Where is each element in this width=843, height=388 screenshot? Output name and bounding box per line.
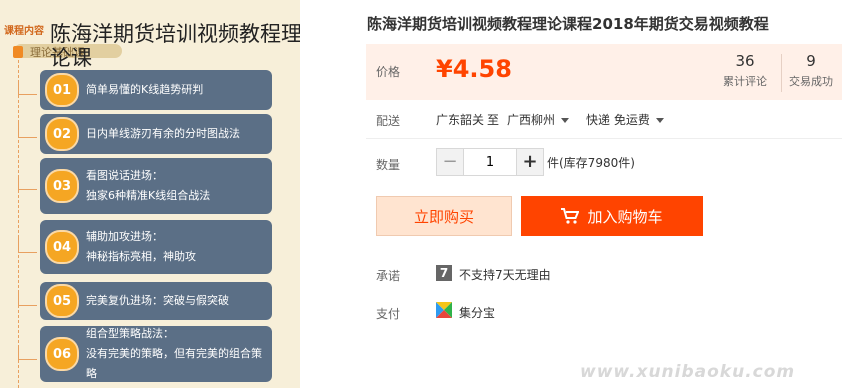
sales-label: 交易成功 [789, 75, 833, 88]
timeline-line [18, 60, 19, 388]
ship-from: 广东韶关 [436, 113, 485, 127]
decrease-button[interactable]: − [437, 149, 463, 175]
module-number: 04 [45, 230, 79, 264]
ship-to-dropdown[interactable]: 广西柳州 [507, 111, 570, 128]
timeline-connector [18, 238, 37, 253]
timeline-connector [18, 80, 37, 95]
course-module: 03 看图说话进场： 独家6种精准K线组合战法 [40, 158, 272, 214]
reviews-label: 累计评论 [723, 75, 767, 88]
book-icon [13, 46, 23, 58]
payment-label: 支付 [376, 307, 401, 321]
timeline-connector [18, 345, 37, 360]
add-to-cart-label: 加入购物车 [587, 207, 663, 226]
divider [366, 138, 842, 139]
jifenbao-icon [436, 302, 452, 318]
chevron-down-icon [561, 118, 570, 123]
sales-count: 9 [806, 52, 816, 70]
module-text: 简单易懂的K线趋势研判 [86, 83, 204, 96]
promise-label: 承诺 [376, 269, 401, 283]
add-to-cart-button[interactable]: 加入购物车 [521, 196, 703, 236]
quantity-label: 数量 [376, 158, 401, 172]
watermark: www.xunibaoku.com [580, 362, 796, 382]
product-title: 陈海洋期货培训视频教程理论课程2018年期货交易视频教程 [367, 15, 769, 33]
timeline-connector [18, 291, 37, 306]
reviews-count: 36 [735, 52, 755, 70]
ship-to-word: 至 [487, 113, 500, 127]
module-text: 看图说话进场： 独家6种精准K线组合战法 [86, 169, 211, 202]
course-content-tab: 课程内容 [4, 26, 44, 37]
timeline-connector [18, 123, 37, 138]
module-number: 05 [45, 284, 79, 318]
sales-stat[interactable]: 9 交易成功 [782, 52, 840, 89]
module-text: 完美复仇进场：突破与假突破 [86, 294, 229, 307]
price-value: ¥4.58 [436, 55, 512, 83]
course-module: 04 辅助加攻进场： 神秘指标亮相，神助攻 [40, 220, 272, 274]
quantity-input[interactable] [463, 149, 517, 175]
module-number: 03 [45, 169, 79, 203]
shipping-label: 配送 [376, 114, 401, 128]
module-text: 日内单线游刃有余的分时图战法 [86, 127, 240, 140]
image-overlay-title: 陈海洋期货培训视频教程理论课 [50, 22, 300, 70]
module-number: 02 [45, 117, 79, 151]
price-box: 价格 ¥4.58 36 累计评论 9 交易成功 [366, 44, 842, 100]
module-text: 组合型策略战法： 没有完美的策略，但有完美的组合策略 [86, 327, 262, 380]
ship-method-value: 快递 免运费 [586, 113, 650, 127]
module-number: 06 [45, 337, 79, 371]
seven-day-icon: 7 [436, 265, 452, 281]
promise-text: 不支持7天无理由 [459, 268, 551, 282]
buy-now-button[interactable]: 立即购买 [376, 196, 512, 236]
module-number: 01 [45, 73, 79, 107]
ship-to-value: 广西柳州 [507, 113, 556, 127]
increase-button[interactable]: + [517, 149, 543, 175]
ship-method-dropdown[interactable]: 快递 免运费 [586, 111, 664, 128]
payment-method: 集分宝 [459, 306, 496, 320]
quantity-stepper: − + [436, 148, 544, 176]
module-text: 辅助加攻进场： 神秘指标亮相，神助攻 [86, 230, 196, 263]
course-module: 06 组合型策略战法： 没有完美的策略，但有完美的组合策略 [40, 326, 272, 382]
course-module: 05 完美复仇进场：突破与假突破 [40, 282, 272, 320]
course-module: 01 简单易懂的K线趋势研判 [40, 70, 272, 110]
price-label: 价格 [376, 65, 401, 79]
cart-icon [561, 208, 580, 224]
timeline-connector [18, 175, 37, 190]
stock-info: 件(库存7980件) [547, 156, 635, 170]
reviews-stat[interactable]: 36 累计评论 [716, 52, 774, 89]
course-module: 02 日内单线游刃有余的分时图战法 [40, 114, 272, 154]
chevron-down-icon [655, 118, 664, 123]
product-main-image: 课程内容 理论基础课 01 简单易懂的K线趋势研判 02 日内单线游刃有余的分时… [0, 0, 300, 388]
